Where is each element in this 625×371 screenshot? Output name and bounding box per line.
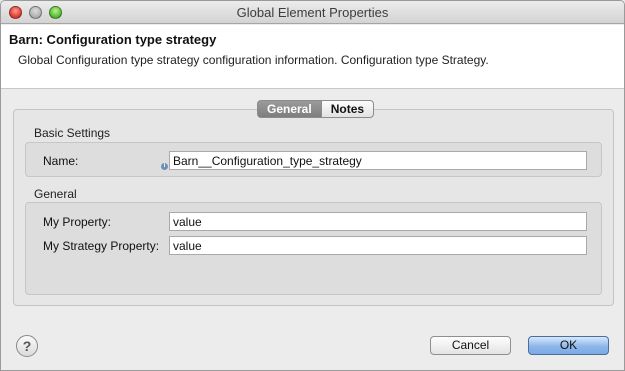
dialog-header: Barn: Configuration type strategy Global… [1,25,624,89]
general-section-label: General [34,187,77,201]
ok-button[interactable]: OK [528,336,609,355]
name-field[interactable] [169,151,587,170]
tab-general[interactable]: General [257,100,322,118]
name-label: Name: [43,154,79,168]
basic-settings-label: Basic Settings [34,126,111,140]
tab-bar: General Notes [257,100,375,118]
tab-notes[interactable]: Notes [321,100,375,118]
help-icon[interactable]: ? [16,335,38,357]
my-property-field[interactable] [169,212,587,231]
header-title: Barn: Configuration type strategy [9,32,217,47]
info-icon: i [161,163,168,170]
title-bar: Global Element Properties [1,1,624,24]
my-property-label: My Property: [43,215,112,229]
my-strategy-property-label: My Strategy Property: [43,239,160,253]
dialog-window: Global Element Properties Barn: Configur… [0,0,625,371]
header-description: Global Configuration type strategy confi… [18,53,489,67]
my-strategy-property-field[interactable] [169,236,587,255]
cancel-button[interactable]: Cancel [430,336,511,355]
window-title: Global Element Properties [236,5,389,20]
